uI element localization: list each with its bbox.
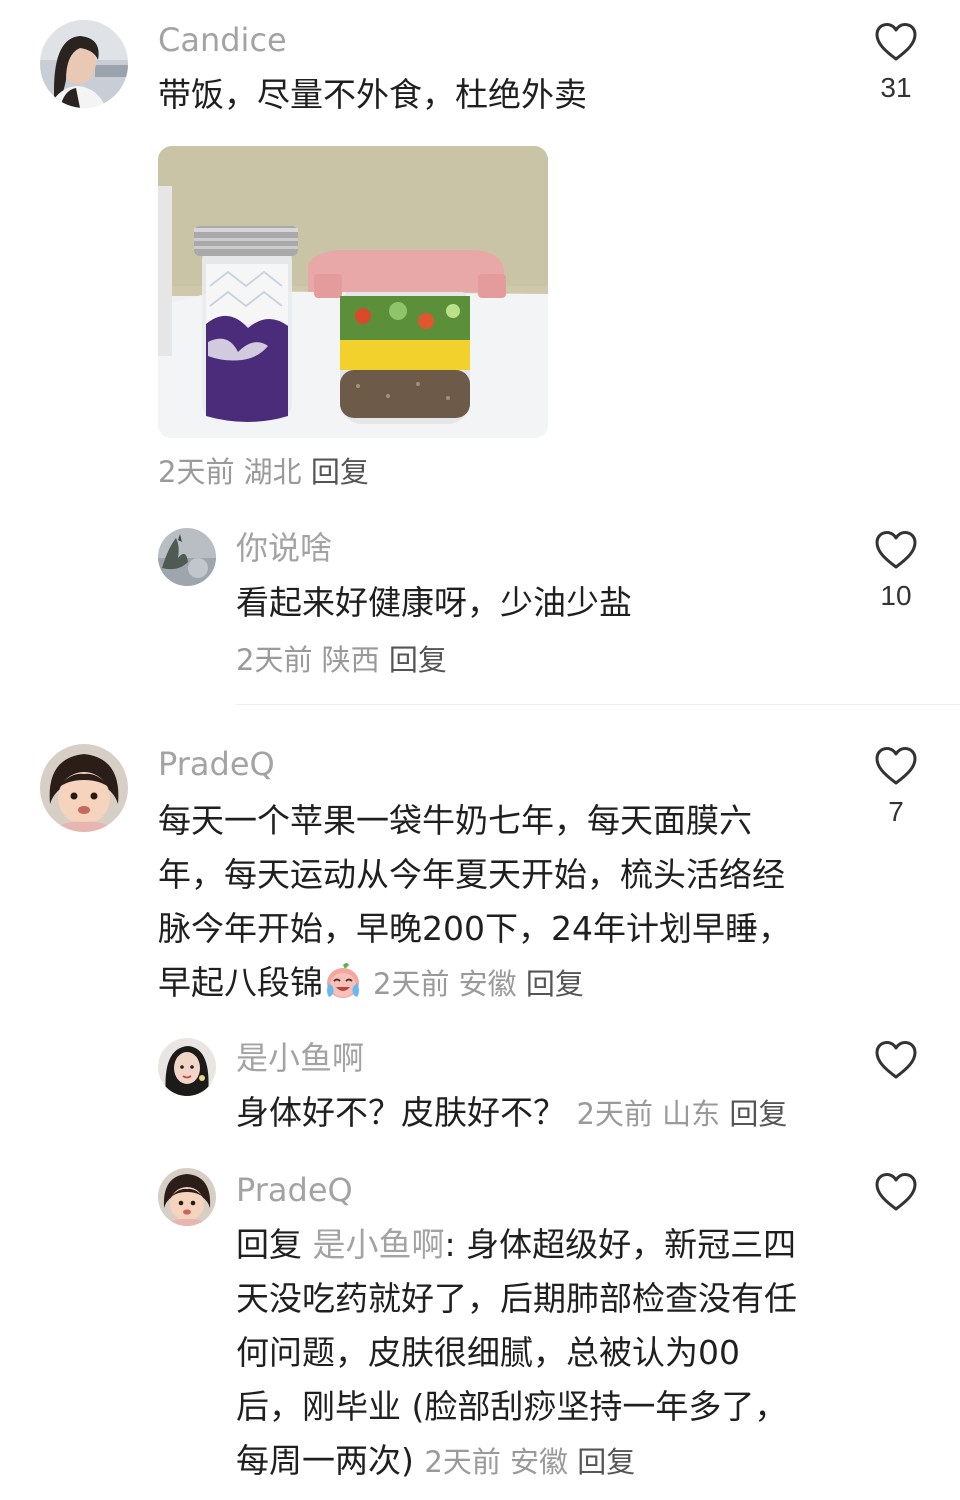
username[interactable]: PradeQ [158,744,275,784]
location: 山东 [662,1097,721,1131]
username[interactable]: PradeQ [236,1170,353,1210]
reply-button[interactable]: 回复 [729,1097,787,1131]
heart-outline-icon [875,747,917,785]
timestamp: 2天前 [236,643,313,677]
divider [236,704,960,705]
like-count: 10 [880,580,912,611]
heart-outline-icon [875,1041,917,1079]
comment-meta: 2天前 安徽 回复 [424,1445,635,1479]
comment-text-line: 年，每天运动从今年夏天开始，梳头活络经 [158,855,785,894]
like-button[interactable] [856,1172,936,1212]
timestamp: 2天前 [373,967,450,1001]
comment-text-line: 天没吃药就好了，后期肺部检查没有任 [236,1279,797,1318]
crying-laughing-emoji [327,963,359,998]
comment-text-line: 每天一个苹果一袋牛奶七年，每天面膜六 [158,801,752,840]
location: 安徽 [458,967,517,1001]
like-button[interactable]: 31 [856,22,936,108]
comment-photo[interactable] [158,146,548,438]
comment-meta: 2天前 湖北 回复 [158,452,369,492]
heart-outline-icon [875,1173,917,1211]
comment-text-last-line: 每周一两次) 2天前 安徽 回复 [236,1434,635,1489]
comment-text-line: 脉今年开始，早晚200下，24年计划早睡， [158,909,791,948]
comment-text-line: 早起八段锦 [158,963,323,1002]
like-count: 7 [888,796,904,827]
comment-meta: 2天前 山东 回复 [577,1097,788,1131]
comment-text-last-line: 早起八段锦 2天前 安徽 回复 [158,956,584,1011]
reply-button[interactable]: 回复 [526,967,584,1001]
comment-text-row: 身体好不？皮肤好不？ 2天前 山东 回复 [236,1086,787,1141]
username[interactable]: Candice [158,20,287,60]
comment-meta: 2天前 安徽 回复 [373,967,584,1001]
reply-prefix: 回复 [236,1225,302,1264]
heart-outline-icon [875,531,917,569]
comment-text-line: : 身体超级好，新冠三四 [444,1225,797,1264]
like-button[interactable]: 7 [856,746,936,832]
like-button[interactable] [856,1040,936,1080]
comment-text-line: 何问题，皮肤很细腻，总被认为00 [236,1333,740,1372]
comment-text: 带饭，尽量不外食，杜绝外卖 [158,75,587,114]
reply-button[interactable]: 回复 [311,455,369,489]
comment-text: 身体好不？皮肤好不？ [236,1093,566,1132]
heart-outline-icon [875,23,917,61]
avatar[interactable] [158,528,216,586]
timestamp: 2天前 [158,455,235,489]
reply-to-username[interactable]: 是小鱼啊 [313,1225,445,1264]
comment-text-first-line: 回复 是小鱼啊: 身体超级好，新冠三四 [236,1218,796,1272]
avatar[interactable] [158,1168,216,1226]
username[interactable]: 你说啥 [236,528,332,568]
reply-button[interactable]: 回复 [389,643,447,677]
timestamp: 2天前 [424,1445,501,1479]
avatar[interactable] [158,1038,216,1096]
comment-meta: 2天前 陕西 回复 [236,640,447,680]
reply-button[interactable]: 回复 [577,1445,635,1479]
comment-text: 看起来好健康呀，少油少盐 [236,583,632,622]
avatar[interactable] [40,20,128,108]
location: 湖北 [243,455,302,489]
comment-text-line: 每周一两次) [236,1441,414,1480]
avatar[interactable] [40,744,128,832]
comment-text-line: 后，刚毕业 (脸部刮痧坚持一年多了， [236,1387,788,1426]
location: 安徽 [510,1445,569,1479]
timestamp: 2天前 [576,1097,653,1131]
like-count: 31 [880,72,912,103]
like-button[interactable]: 10 [856,530,936,616]
location: 陕西 [321,643,380,677]
username[interactable]: 是小鱼啊 [236,1038,364,1078]
